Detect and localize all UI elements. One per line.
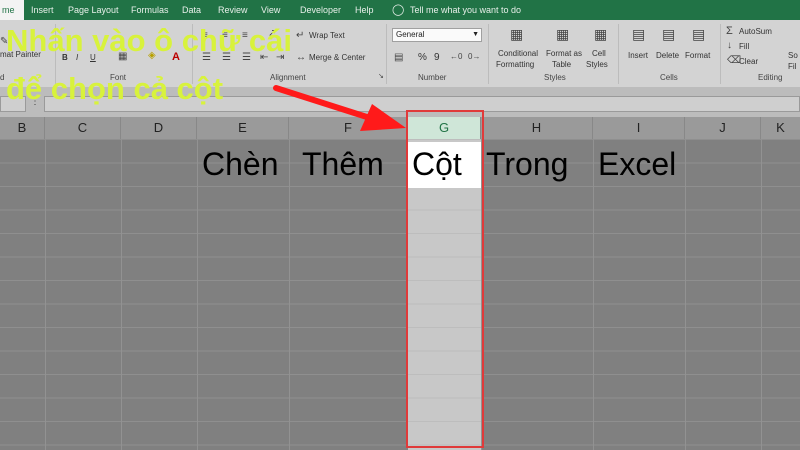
- annotation-arrow: [273, 85, 406, 131]
- arrow-shaft: [273, 85, 373, 121]
- arrow-head-icon: [360, 104, 406, 131]
